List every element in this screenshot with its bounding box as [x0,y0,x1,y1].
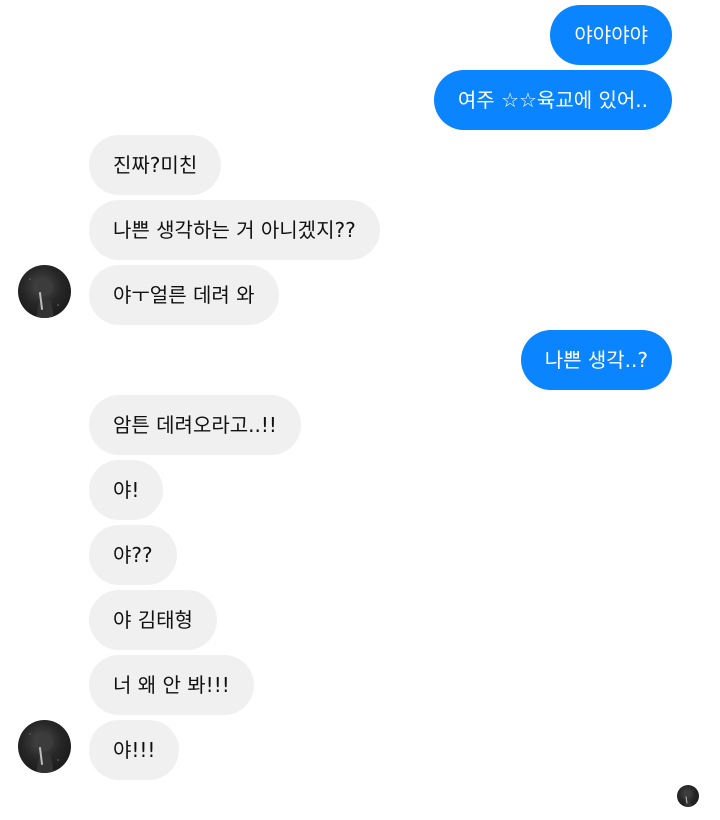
read-receipt-avatar-icon [677,785,699,807]
contact-avatar-icon[interactable] [18,265,71,318]
silhouette-icon [29,278,59,318]
message-bubble-received[interactable]: 너 왜 안 봐!!! [89,655,254,715]
chat-thread: 야야야야 여주 ☆☆육교에 있어.. 진짜?미친 나쁜 생각하는 거 아니겠지?… [0,0,720,820]
message-bubble-received[interactable]: 야! [89,460,164,520]
message-bubble-received[interactable]: 야ㅜ얼른 데려 와 [89,265,279,325]
message-bubble-received[interactable]: 암튼 데려오라고..!! [89,395,301,455]
message-bubble-received[interactable]: 진짜?미친 [89,135,222,195]
message-bubble-received[interactable]: 야!!! [89,720,180,780]
silhouette-icon [29,733,59,773]
message-bubble-received[interactable]: 나쁜 생각하는 거 아니겠지?? [89,200,380,260]
message-bubble-received[interactable]: 야 김태형 [89,590,217,650]
contact-avatar-icon[interactable] [18,720,71,773]
message-bubble-sent[interactable]: 나쁜 생각..? [520,330,672,390]
message-bubble-sent[interactable]: 야야야야 [550,5,672,65]
message-bubble-received[interactable]: 야?? [89,525,177,585]
message-bubble-sent[interactable]: 여주 ☆☆육교에 있어.. [433,70,672,130]
silhouette-icon [684,790,692,807]
